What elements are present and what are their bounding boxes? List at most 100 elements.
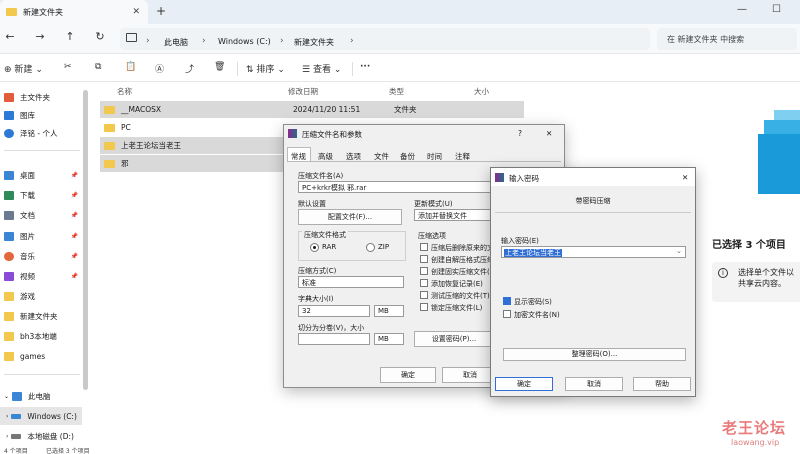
search-input[interactable]: 在 新建文件夹 中搜索 — [657, 28, 797, 50]
close-button[interactable]: ✕ — [546, 129, 552, 138]
sidebar-item-pictures[interactable]: 图片 📌 — [4, 227, 84, 245]
password-text: 上老王论坛当老王 — [504, 249, 562, 257]
chevron-down-icon[interactable]: ⌄ — [676, 247, 682, 255]
more-options-button[interactable]: ··· — [360, 62, 370, 72]
delete-icon[interactable]: 🗑 — [214, 62, 225, 72]
sidebar-item-new-folder[interactable]: 新建文件夹 — [4, 307, 58, 325]
rename-icon[interactable]: Ⓐ — [155, 62, 164, 75]
sidebar-item-onedrive[interactable]: 泽铭 - 个人 — [4, 124, 57, 142]
dict-unit-select[interactable]: MB — [374, 305, 404, 317]
tab-new-folder[interactable]: 新建文件夹 ✕ — [0, 0, 148, 24]
column-header-date[interactable]: 修改日期 — [288, 86, 318, 97]
profiles-button[interactable]: 配置文件(F)... — [298, 209, 402, 225]
sidebar-item-music[interactable]: 音乐 📌 — [4, 247, 84, 265]
set-password-button[interactable]: 设置密码(P)... — [414, 331, 494, 347]
sidebar-item-videos[interactable]: 视频 📌 — [4, 267, 84, 285]
minimize-button[interactable]: — — [737, 4, 747, 15]
new-label: 新建 — [14, 65, 33, 75]
cancel-button[interactable]: 取消 — [565, 377, 623, 391]
info-box: i 选择单个文件以共享云内容。 — [712, 262, 800, 302]
organize-passwords-button[interactable]: 整理密码(O)... — [503, 348, 686, 361]
sidebar-item-games-folder[interactable]: games — [4, 347, 45, 365]
split-unit-select[interactable]: MB — [374, 333, 404, 345]
option-checkbox[interactable] — [420, 291, 428, 299]
back-arrow-icon[interactable]: ← — [2, 30, 18, 43]
sidebar-item-desktop[interactable]: 桌面 📌 — [4, 166, 84, 184]
update-mode-select[interactable]: 添加并替换文件 — [414, 209, 494, 221]
column-header-name[interactable]: 名称 — [117, 86, 132, 97]
address-bar[interactable]: › 此电脑 › Windows (C:) › 新建文件夹 › — [120, 28, 650, 50]
column-header-size[interactable]: 大小 — [474, 86, 489, 97]
pin-icon[interactable]: 📌 — [71, 192, 78, 199]
rar-radio[interactable] — [310, 243, 319, 252]
zip-radio[interactable] — [366, 243, 375, 252]
refresh-icon[interactable]: ↻ — [92, 30, 108, 43]
sort-icon: ⇅ — [246, 65, 254, 75]
share-icon[interactable]: ⤴ — [185, 62, 194, 75]
sidebar-scrollbar[interactable] — [83, 90, 88, 390]
copy-icon[interactable]: ⧉ — [95, 62, 101, 72]
pin-icon[interactable]: 📌 — [71, 273, 78, 280]
list-item[interactable]: __MACOSX 2024/11/20 11:51 文件夹 — [100, 101, 524, 118]
pin-icon[interactable]: 📌 — [71, 253, 78, 260]
show-password-checkbox[interactable] — [503, 297, 511, 305]
cut-icon[interactable]: ✂ — [64, 62, 72, 72]
method-select[interactable]: 标准 — [298, 276, 404, 288]
breadcrumb-new-folder[interactable]: 新建文件夹 — [294, 37, 334, 48]
folder-icon — [104, 105, 115, 114]
maximize-button[interactable]: ☐ — [772, 4, 781, 15]
ok-button[interactable]: 确定 — [495, 377, 553, 391]
dict-select[interactable]: 32 — [298, 305, 370, 317]
close-button[interactable]: ✕ — [682, 173, 688, 182]
chevron-right-icon: › — [350, 36, 354, 46]
chevron-right-icon: › — [146, 36, 150, 46]
help-icon[interactable]: ? — [518, 129, 522, 138]
archive-name-input[interactable]: PC+krkr模拟 邪.rar — [298, 181, 494, 193]
new-tab-button[interactable]: + — [156, 4, 166, 18]
option-checkbox[interactable] — [420, 243, 428, 251]
column-header-type[interactable]: 类型 — [389, 86, 404, 97]
info-text: 选择单个文件以共享云内容。 — [738, 268, 794, 288]
sidebar-item-documents[interactable]: 文档 📌 — [4, 206, 84, 224]
sidebar-item-drive-d[interactable]: › 本地磁盘 (D:) — [6, 427, 74, 445]
help-button[interactable]: 帮助 — [633, 377, 691, 391]
option-checkbox[interactable] — [420, 303, 428, 311]
sidebar-item-home[interactable]: 主文件夹 — [4, 88, 50, 106]
sort-button[interactable]: ⇅ 排序 ⌄ — [246, 62, 285, 75]
view-button[interactable]: ☰ 查看 ⌄ — [302, 62, 341, 75]
pin-icon[interactable]: 📌 — [71, 212, 78, 219]
password-label: 输入密码(E) — [501, 237, 539, 245]
option-checkbox[interactable] — [420, 255, 428, 263]
option-delete-files: 压缩后删除原来的文 — [431, 244, 494, 252]
pin-icon[interactable]: 📌 — [71, 172, 78, 179]
sort-label: 排序 — [256, 65, 275, 75]
drive-icon — [11, 413, 22, 419]
split-size-select[interactable] — [298, 333, 370, 345]
paste-icon[interactable]: 📋 — [125, 62, 136, 72]
up-arrow-icon[interactable]: ↑ — [62, 30, 78, 43]
encrypt-names-checkbox[interactable] — [503, 310, 511, 318]
breadcrumb-drive-c[interactable]: Windows (C:) — [218, 37, 271, 46]
option-checkbox[interactable] — [420, 267, 428, 275]
file-type: 文件夹 — [394, 105, 417, 114]
option-solid: 创建固实压缩文件(S) — [431, 268, 497, 276]
document-icon — [4, 210, 14, 220]
pin-icon[interactable]: 📌 — [71, 233, 78, 240]
option-checkbox[interactable] — [420, 279, 428, 287]
new-button[interactable]: ⊕ 新建 ⌄ — [4, 62, 43, 75]
encrypt-names-label: 加密文件名(N) — [514, 311, 560, 319]
tab-close-icon[interactable]: ✕ — [132, 7, 140, 17]
sidebar-item-this-pc[interactable]: ⌄ 此电脑 — [4, 387, 51, 405]
forward-arrow-icon[interactable]: → — [32, 30, 48, 43]
sidebar-item-games[interactable]: 游戏 — [4, 287, 35, 305]
chevron-right-icon: › — [6, 412, 9, 420]
sidebar-item-bh3[interactable]: bh3本地端 — [4, 327, 57, 345]
password-input[interactable]: 上老王论坛当老王 ⌄ — [501, 246, 686, 258]
password-dialog: 输入密码 ✕ 带密码压缩 输入密码(E) 上老王论坛当老王 ⌄ 显示密码(S) … — [490, 167, 696, 397]
breadcrumb-this-pc[interactable]: 此电脑 — [164, 37, 188, 48]
sidebar-item-gallery[interactable]: 图库 — [4, 106, 35, 124]
sidebar-item-label: bh3本地端 — [20, 331, 57, 341]
sidebar-item-drive-c[interactable]: › Windows (C:) — [0, 407, 82, 425]
ok-button[interactable]: 确定 — [380, 367, 436, 383]
sidebar-item-downloads[interactable]: 下载 📌 — [4, 186, 84, 204]
